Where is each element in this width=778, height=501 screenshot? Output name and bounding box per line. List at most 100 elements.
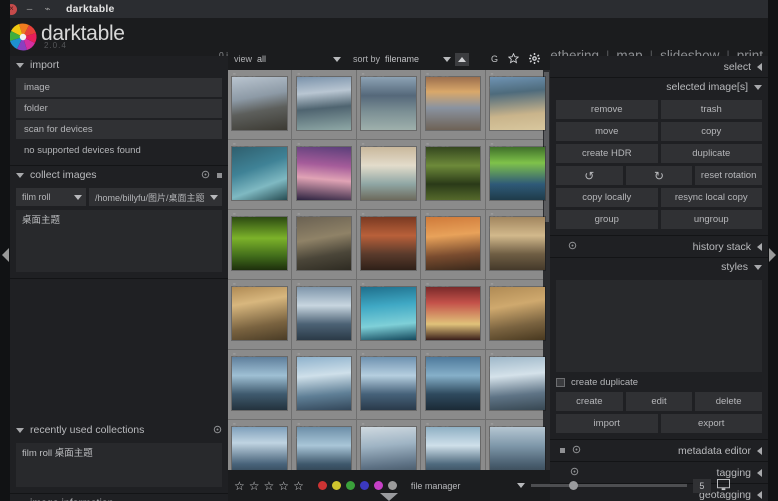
delete-style-button[interactable]: delete (695, 392, 762, 411)
thumbnail-cell[interactable]: jpg (421, 140, 486, 210)
view-filter-dropdown[interactable]: all (257, 54, 342, 64)
slider-track[interactable] (530, 481, 687, 490)
thumbnail-cell[interactable]: jpg (421, 70, 486, 140)
zoom-level-slider[interactable]: 5 (516, 478, 711, 493)
thumbnail-cell[interactable]: jpg (485, 350, 550, 420)
collapse-bottom-panel-arrow[interactable] (380, 493, 398, 501)
thumbnail-image[interactable] (361, 357, 416, 410)
thumbnail-image[interactable] (232, 217, 287, 270)
collect-rule-value-dropdown[interactable]: /home/billyfu/图片/桌面主题 (89, 188, 222, 206)
thumbnail-cell[interactable]: jpg (228, 280, 293, 350)
thumbnail-image[interactable] (490, 217, 545, 270)
thumbnail-grid-area[interactable]: jpgjpgjpgjpgjpgjpgjpgjpgjpgjpgjpgjpgjpgj… (228, 70, 550, 470)
thumbnail-cell[interactable]: jpg (356, 140, 422, 210)
thumbnail-cell[interactable]: jpg (421, 420, 486, 470)
copy-locally-button[interactable]: copy locally (556, 188, 658, 207)
thumbnail-cell[interactable]: jpg (356, 210, 422, 280)
resync-local-copy-button[interactable]: resync local copy (660, 188, 762, 207)
preferences-gear-icon[interactable] (529, 52, 540, 66)
module-metadata-editor-header[interactable]: metadata editor (550, 440, 768, 461)
thumbnail-image[interactable] (361, 427, 416, 470)
thumbnail-cell[interactable]: jpg (356, 70, 422, 140)
reset-rotation-button[interactable]: reset rotation (695, 166, 762, 185)
gear-icon[interactable] (570, 467, 579, 478)
thumbnail-cell[interactable]: jpg (292, 210, 357, 280)
create-duplicate-checkbox[interactable] (556, 378, 565, 387)
star-icon[interactable]: ☆ (234, 480, 245, 492)
gear-icon[interactable] (213, 425, 222, 436)
sort-by-dropdown[interactable]: filename (385, 54, 452, 64)
overlays-star-icon[interactable] (507, 52, 520, 66)
thumbnail-cell[interactable]: jpg (228, 210, 293, 280)
thumbnail-cell[interactable]: jpg (485, 140, 550, 210)
thumbnail-image[interactable] (361, 77, 416, 130)
thumbnail-cell[interactable]: jpg (228, 350, 293, 420)
collect-rule-key-dropdown[interactable]: film roll (16, 188, 86, 206)
gear-icon[interactable] (201, 170, 210, 181)
thumbnail-cell[interactable]: jpg (356, 350, 422, 420)
trash-button[interactable]: trash (660, 100, 762, 119)
thumbnail-image[interactable] (490, 77, 545, 130)
create-duplicate-row[interactable]: create duplicate (556, 377, 762, 388)
thumbnail-image[interactable] (232, 287, 287, 340)
gear-icon[interactable] (568, 241, 577, 252)
thumbnail-cell[interactable]: jpg (292, 280, 357, 350)
collect-results-list[interactable]: 桌面主题 (16, 210, 222, 272)
create-hdr-button[interactable]: create HDR (556, 144, 658, 163)
thumbnail-cell[interactable]: jpg (228, 420, 293, 470)
thumbnail-image[interactable] (296, 217, 352, 270)
thumbnail-scrollbar[interactable] (543, 70, 550, 470)
slider-knob[interactable] (568, 481, 578, 490)
import-style-button[interactable]: import (556, 414, 658, 433)
color-label-dot[interactable] (387, 481, 397, 490)
thumbnail-image[interactable] (425, 147, 481, 200)
move-button[interactable]: move (556, 122, 658, 141)
thumbnail-image[interactable] (425, 427, 481, 470)
grouping-icon[interactable]: G (491, 54, 498, 64)
thumbnail-cell[interactable]: jpg (485, 280, 550, 350)
star-icon[interactable]: ☆ (264, 480, 275, 492)
thumbnail-image[interactable] (425, 77, 481, 130)
thumbnail-image[interactable] (425, 287, 481, 340)
zoom-level-value[interactable]: 5 (692, 478, 711, 493)
module-collect-images-header[interactable]: collect images (10, 166, 228, 184)
thumbnail-image[interactable] (232, 77, 287, 130)
thumbnail-cell[interactable]: jpg (485, 210, 550, 280)
thumbnail-cell[interactable]: jpg (292, 350, 357, 420)
thumbnail-cell[interactable]: jpg (421, 280, 486, 350)
export-style-button[interactable]: export (660, 414, 762, 433)
thumbnail-image[interactable] (232, 147, 287, 200)
module-styles-header[interactable]: styles (550, 258, 768, 276)
thumbnail-image[interactable] (361, 217, 416, 270)
thumbnail-image[interactable] (296, 147, 352, 200)
thumbnail-cell[interactable]: jpg (356, 280, 422, 350)
color-label-dot[interactable] (331, 481, 341, 490)
thumbnail-cell[interactable]: jpg (228, 70, 293, 140)
module-selected-images-header[interactable]: selected image[s] (550, 78, 768, 96)
thumbnail-cell[interactable]: jpg (421, 350, 486, 420)
module-import-header[interactable]: import (10, 56, 228, 74)
thumbnail-image[interactable] (361, 287, 416, 340)
thumbnail-image[interactable] (232, 427, 287, 470)
thumbnail-image[interactable] (232, 357, 287, 410)
collapse-left-panel[interactable] (0, 0, 10, 501)
rotate-cw-icon[interactable]: ↻ (625, 166, 693, 185)
list-item[interactable]: film roll 桌面主题 (22, 447, 216, 460)
thumbnail-cell[interactable]: jpg (485, 70, 550, 140)
thumbnail-cell[interactable]: jpg (228, 140, 293, 210)
thumbnail-image[interactable] (361, 147, 416, 200)
remove-button[interactable]: remove (556, 100, 658, 119)
gear-icon[interactable] (572, 445, 581, 456)
preset-icon[interactable] (217, 172, 222, 178)
scrollbar-thumb[interactable] (544, 72, 549, 222)
import-image-button[interactable]: image (16, 78, 222, 97)
sort-direction-button[interactable] (455, 52, 470, 66)
star-icon[interactable]: ☆ (293, 480, 304, 492)
ungroup-button[interactable]: ungroup (660, 210, 762, 229)
thumbnail-image[interactable] (296, 357, 352, 410)
thumbnail-image[interactable] (296, 287, 352, 340)
recently-used-list[interactable]: film roll 桌面主题 (16, 443, 222, 487)
module-history-stack-header[interactable]: history stack (550, 236, 768, 257)
scan-for-devices-button[interactable]: scan for devices (16, 120, 222, 139)
star-icon[interactable]: ☆ (278, 480, 289, 492)
